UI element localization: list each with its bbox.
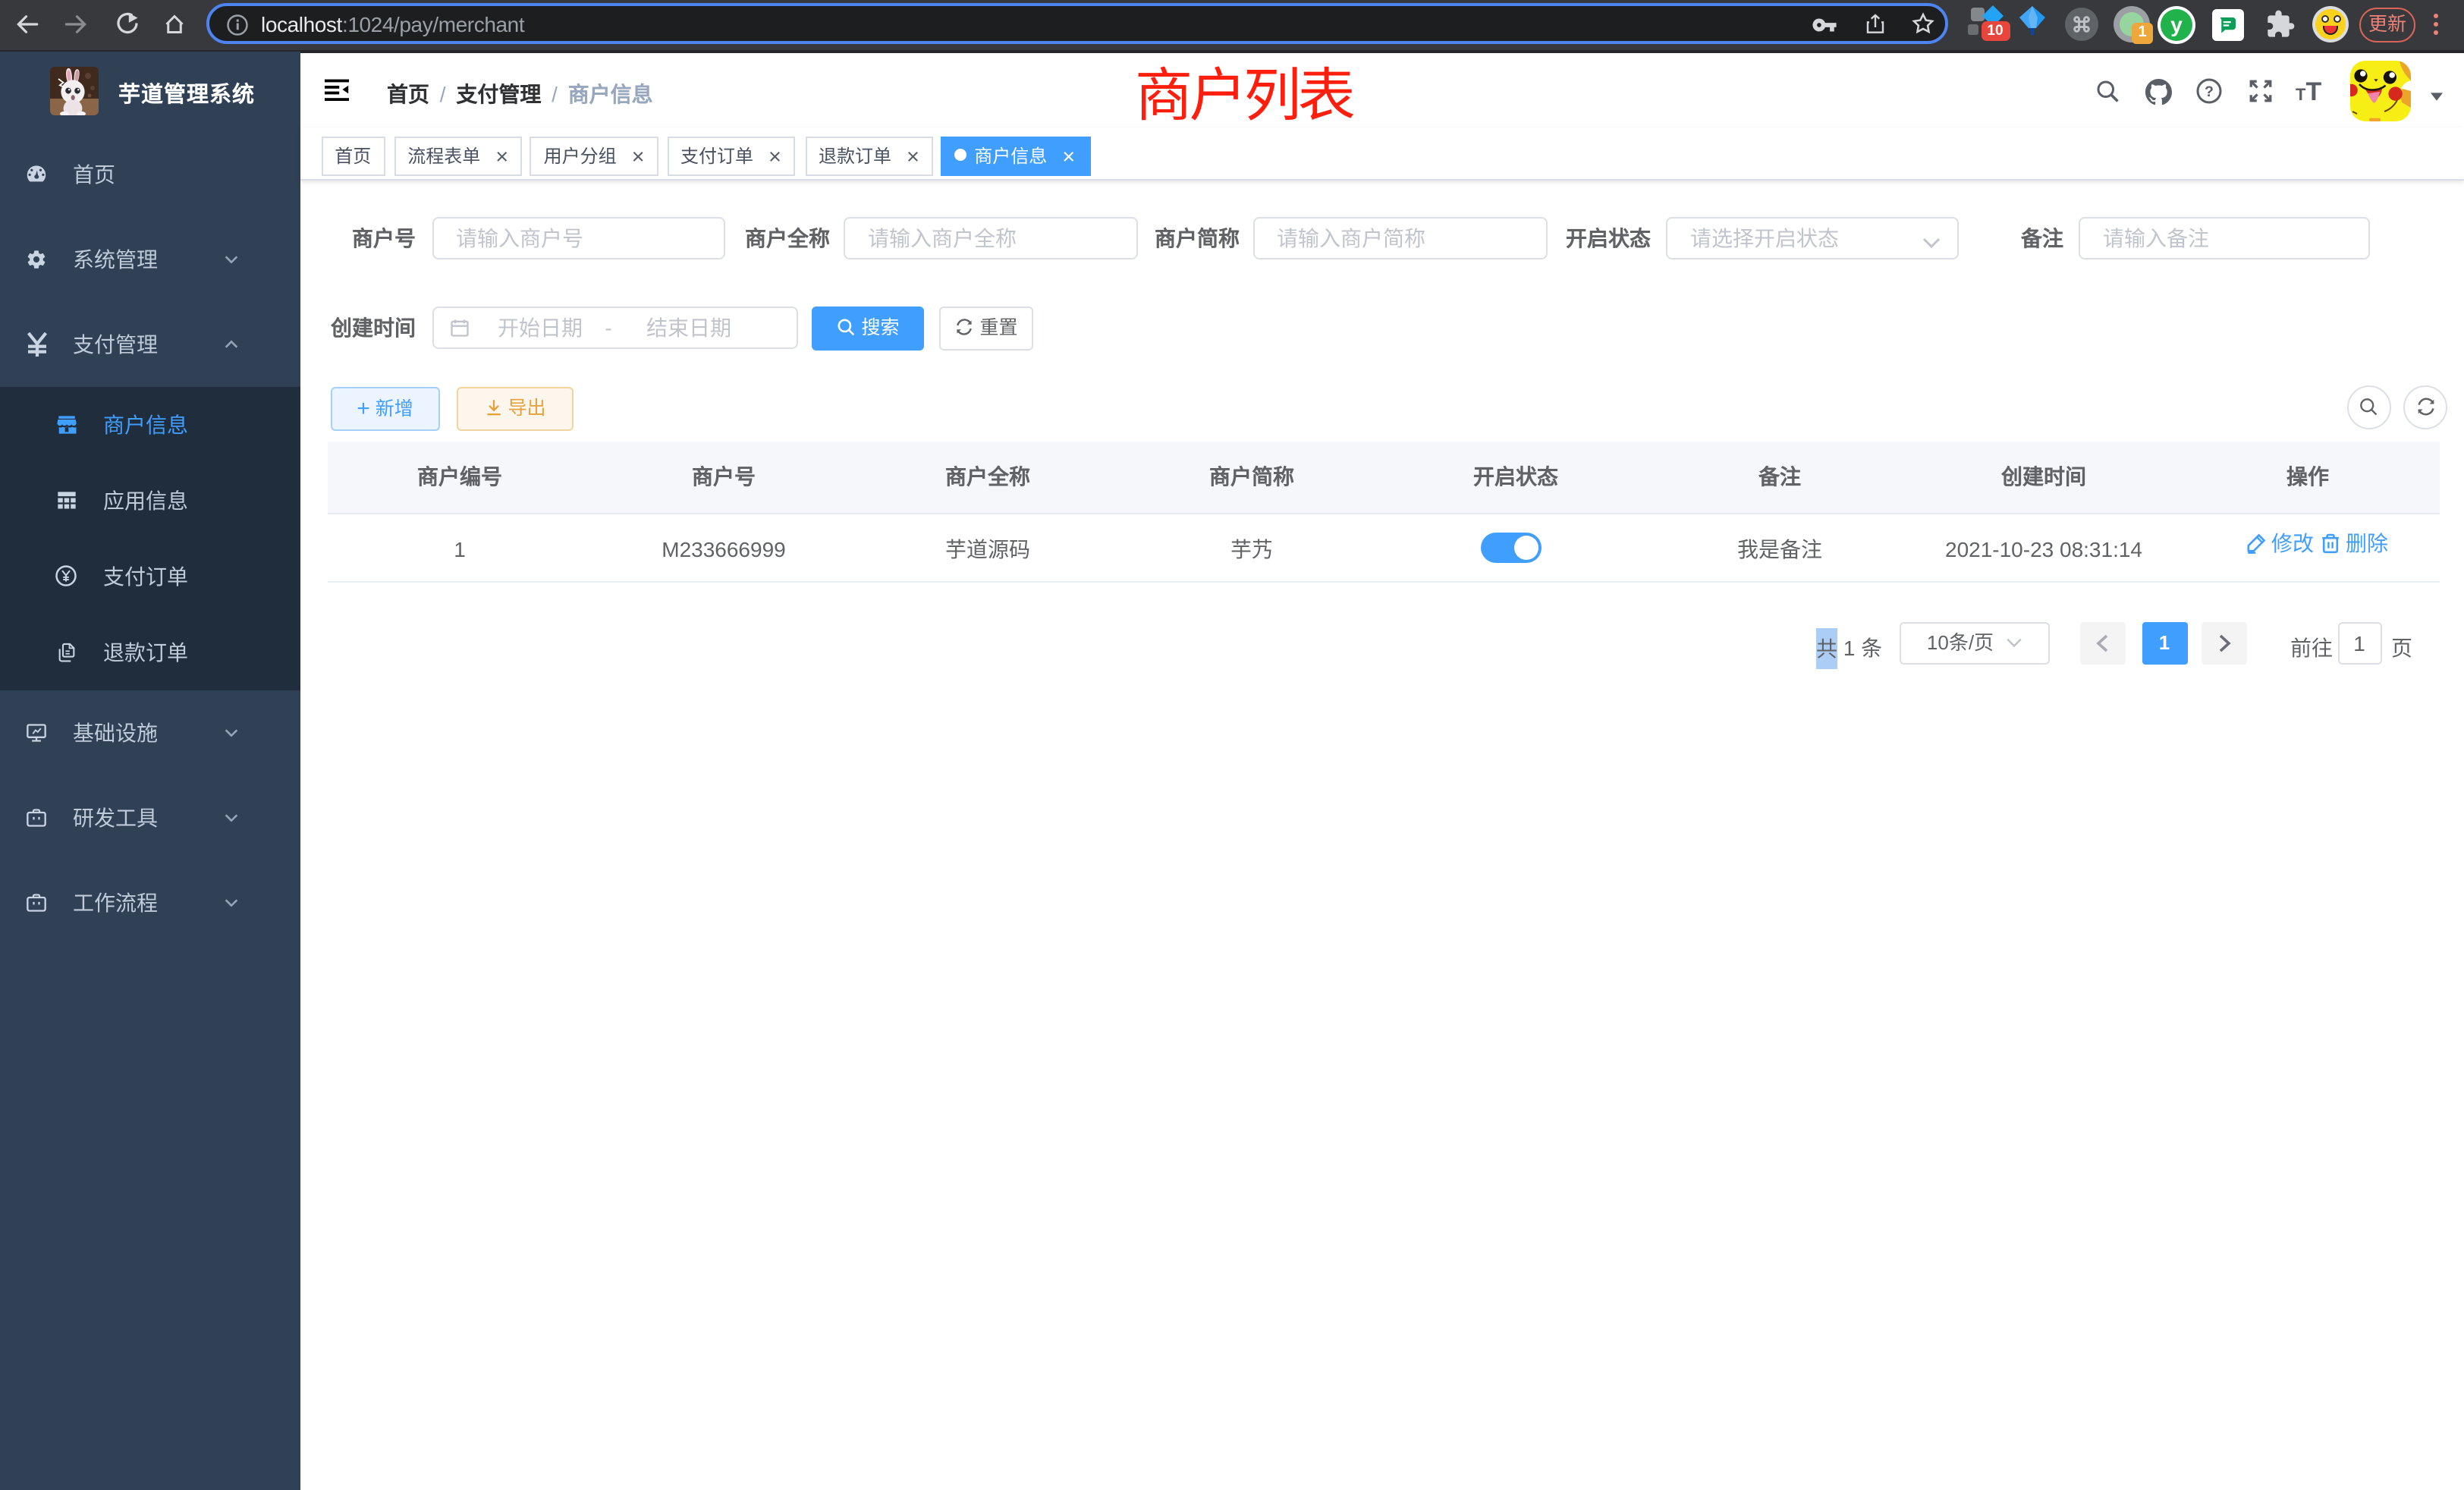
svg-text:?: ? [2205,83,2214,100]
